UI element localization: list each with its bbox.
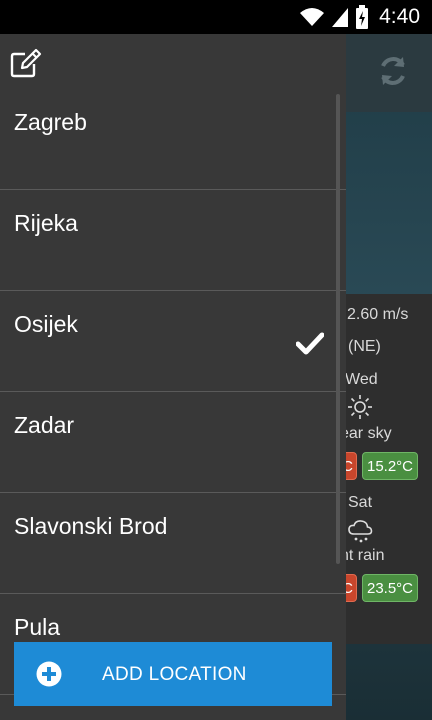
edit-icon[interactable]: [10, 48, 42, 80]
plus-circle-icon: [36, 661, 62, 687]
location-name: Zadar: [14, 412, 75, 438]
max-temp-chip: 23.5°C: [362, 574, 418, 602]
refresh-icon[interactable]: [376, 54, 410, 88]
location-item[interactable]: Zadar: [0, 392, 346, 493]
drawer-header: [0, 34, 346, 96]
location-name: Pula: [14, 614, 61, 640]
signal-icon: [332, 8, 349, 27]
navigation-drawer: Zagreb Rijeka Osijek Zadar Slavonski Bro…: [0, 34, 346, 720]
drawer-scrollbar[interactable]: [336, 94, 340, 564]
wifi-icon: [300, 8, 325, 26]
location-item-selected[interactable]: Osijek: [0, 291, 346, 392]
forecast-condition: ear sky: [340, 425, 392, 442]
battery-charging-icon: [356, 5, 369, 29]
location-item[interactable]: Zagreb: [0, 89, 346, 190]
wind-direction: (NE): [348, 338, 381, 355]
location-name: Slavonski Brod: [14, 513, 168, 539]
add-location-button[interactable]: ADD LOCATION: [14, 642, 332, 706]
cloud-rain-icon: [348, 520, 373, 543]
check-icon: [296, 332, 324, 355]
location-name: Zagreb: [14, 109, 87, 135]
forecast-condition: ht rain: [340, 547, 385, 564]
sun-icon: [348, 395, 372, 419]
location-name: Rijeka: [14, 210, 78, 236]
status-icons: 4:40: [299, 0, 420, 34]
add-location-label: ADD LOCATION: [102, 664, 247, 685]
location-list: Zagreb Rijeka Osijek Zadar Slavonski Bro…: [0, 89, 346, 695]
status-bar: 4:40: [0, 0, 432, 34]
forecast-day: Sat: [348, 494, 373, 511]
location-name: Osijek: [14, 311, 78, 337]
location-item[interactable]: Slavonski Brod: [0, 493, 346, 594]
max-temp-chip: 15.2°C: [362, 452, 418, 480]
screen: 4:40 2.60 m/s (NE) Wed ear sky C 15.2°C …: [0, 0, 432, 720]
wind-speed: 2.60 m/s: [347, 306, 409, 323]
forecast-day: Wed: [345, 371, 378, 388]
location-item[interactable]: Rijeka: [0, 190, 346, 291]
status-time: 4:40: [379, 5, 420, 28]
